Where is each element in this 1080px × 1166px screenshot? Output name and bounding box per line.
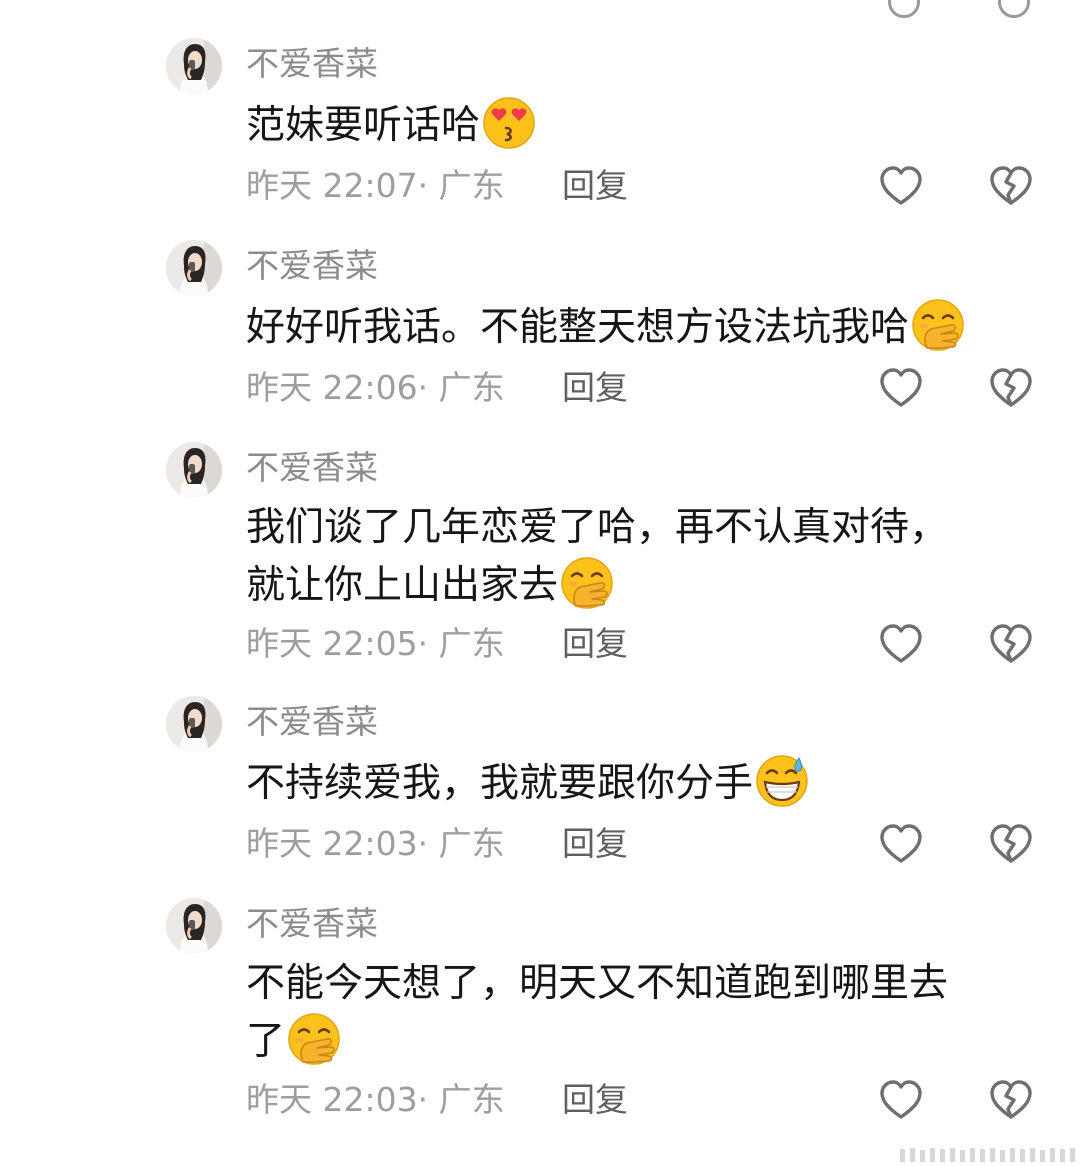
comment-timestamp-location: 昨天 22:03· 广东 [246,824,505,863]
reply-button[interactable]: 回复 [562,366,628,410]
heart-outline-icon[interactable] [877,162,925,210]
broken-heart-icon[interactable] [987,162,1035,210]
comment-text: 范妹要听话哈 [246,96,1016,154]
grinning-sweat-emoji [755,754,809,808]
heart-outline-icon[interactable] [877,1076,925,1124]
like-icon-partial [888,0,920,18]
hand-over-mouth-emoji [287,1012,341,1066]
comment-text: 我们谈了几年恋爱了哈，再不认真对待， 就让你上山出家去 [246,500,1016,614]
comment-text-body: 不持续爱我，我就要跟你分手 [246,761,754,806]
avatar[interactable] [166,696,222,752]
avatar[interactable] [166,38,222,94]
broken-heart-icon[interactable] [987,1076,1035,1124]
heart-outline-icon[interactable] [877,364,925,412]
comment-text: 不能今天想了，明天又不知道跑到哪里去 了 [246,956,1016,1070]
username[interactable]: 不爱香菜 [246,902,378,946]
avatar[interactable] [166,240,222,296]
heart-outline-icon[interactable] [877,820,925,868]
username[interactable]: 不爱香菜 [246,244,378,288]
heart-outline-icon[interactable] [877,620,925,668]
comment-timestamp-location: 昨天 22:07· 广东 [246,166,505,205]
broken-heart-icon[interactable] [987,364,1035,412]
avatar[interactable] [166,898,222,954]
comment-text: 好好听我话。不能整天想方设法坑我哈 [246,298,1016,356]
reply-button[interactable]: 回复 [562,164,628,208]
reply-button[interactable]: 回复 [562,1078,628,1122]
comment-text-body: 范妹要听话哈 [246,103,481,148]
comment-timestamp-location: 昨天 22:06· 广东 [246,368,505,407]
broken-heart-icon[interactable] [987,820,1035,868]
hand-over-mouth-emoji [560,556,614,610]
avatar[interactable] [166,442,222,498]
heart-eyes-kiss-emoji [482,96,536,150]
comment-text-body: 好好听我话。不能整天想方设法坑我哈 [246,305,910,350]
watermark [900,1148,1075,1162]
username[interactable]: 不爱香菜 [246,700,378,744]
broken-heart-icon[interactable] [987,620,1035,668]
dislike-icon-partial [998,0,1030,18]
comment-text-body: 不能今天想了，明天又不知道跑到哪里去 了 [246,961,949,1064]
reply-button[interactable]: 回复 [562,822,628,866]
username[interactable]: 不爱香菜 [246,42,378,86]
comment-text: 不持续爱我，我就要跟你分手 [246,754,1016,812]
comment-timestamp-location: 昨天 22:03· 广东 [246,1080,505,1119]
hand-over-mouth-emoji [911,298,965,352]
reply-button[interactable]: 回复 [562,622,628,666]
username[interactable]: 不爱香菜 [246,446,378,490]
comment-timestamp-location: 昨天 22:05· 广东 [246,624,505,663]
